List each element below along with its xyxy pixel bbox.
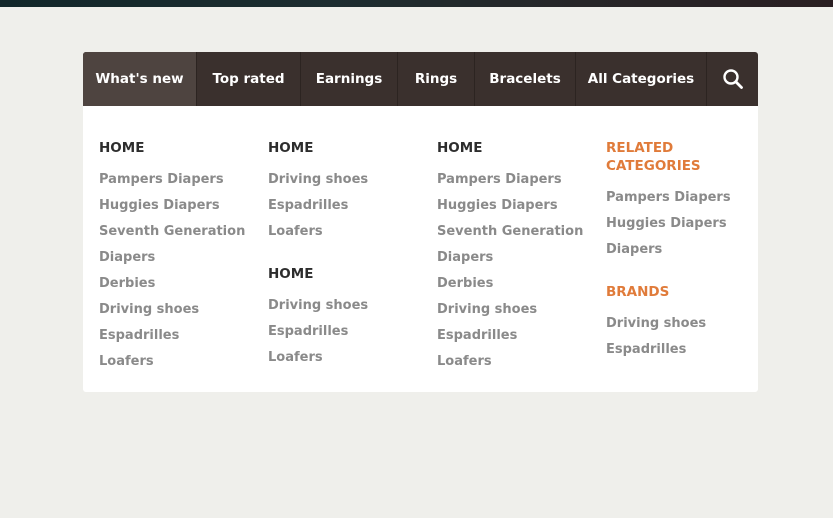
menu-link[interactable]: Driving shoes [606, 315, 706, 333]
menu-link[interactable]: Loafers [99, 353, 154, 371]
menu-link[interactable]: Loafers [437, 353, 492, 371]
menu-link[interactable]: Diapers [99, 249, 155, 267]
menu-link[interactable]: Driving shoes [268, 171, 368, 189]
menu-link[interactable]: Driving shoes [99, 301, 199, 319]
menu-link[interactable]: Loafers [268, 223, 323, 241]
menu-link[interactable]: Pampers Diapers [437, 171, 562, 189]
menu-link[interactable]: Espadrilles [268, 197, 348, 215]
top-strip [0, 0, 833, 7]
menu-link[interactable]: Derbies [437, 275, 493, 293]
column-heading: HOME [99, 140, 145, 156]
menu-link[interactable]: Pampers Diapers [606, 189, 731, 207]
menu-link[interactable]: Driving shoes [268, 297, 368, 315]
related-categories-heading: CATEGORIES [606, 158, 701, 174]
menu-link[interactable]: Espadrilles [437, 327, 517, 345]
brands-heading: BRANDS [606, 284, 670, 300]
search-icon [722, 69, 743, 89]
nav-item-earnings[interactable]: Earnings [301, 52, 398, 106]
column-heading: HOME [437, 140, 483, 156]
nav-item-rings[interactable]: Rings [398, 52, 475, 106]
menu-link[interactable]: Loafers [268, 349, 323, 367]
column-heading: HOME [268, 140, 314, 156]
main-navbar: What's new Top rated Earnings Rings Brac… [83, 52, 758, 106]
menu-link[interactable]: Espadrilles [99, 327, 179, 345]
menu-link[interactable]: Seventh Generation [437, 223, 583, 241]
menu-link[interactable]: Driving shoes [437, 301, 537, 319]
mega-menu-dropdown: HOME Pampers Diapers Huggies Diapers Sev… [83, 106, 758, 392]
menu-link[interactable]: Espadrilles [268, 323, 348, 341]
menu-link[interactable]: Huggies Diapers [606, 215, 727, 233]
menu-link[interactable]: Espadrilles [606, 341, 686, 359]
nav-item-whats-new[interactable]: What's new [83, 52, 197, 106]
menu-link[interactable]: Huggies Diapers [99, 197, 220, 215]
menu-link[interactable]: Derbies [99, 275, 155, 293]
menu-link[interactable]: Seventh Generation [99, 223, 245, 241]
menu-link[interactable]: Pampers Diapers [99, 171, 224, 189]
search-button[interactable] [707, 52, 758, 106]
menu-link[interactable]: Diapers [437, 249, 493, 267]
menu-link[interactable]: Diapers [606, 241, 662, 259]
nav-item-bracelets[interactable]: Bracelets [475, 52, 576, 106]
nav-item-all-categories[interactable]: All Categories [576, 52, 707, 106]
related-categories-heading: RELATED [606, 140, 674, 156]
column-heading: HOME [268, 266, 314, 282]
menu-link[interactable]: Huggies Diapers [437, 197, 558, 215]
nav-item-top-rated[interactable]: Top rated [197, 52, 301, 106]
